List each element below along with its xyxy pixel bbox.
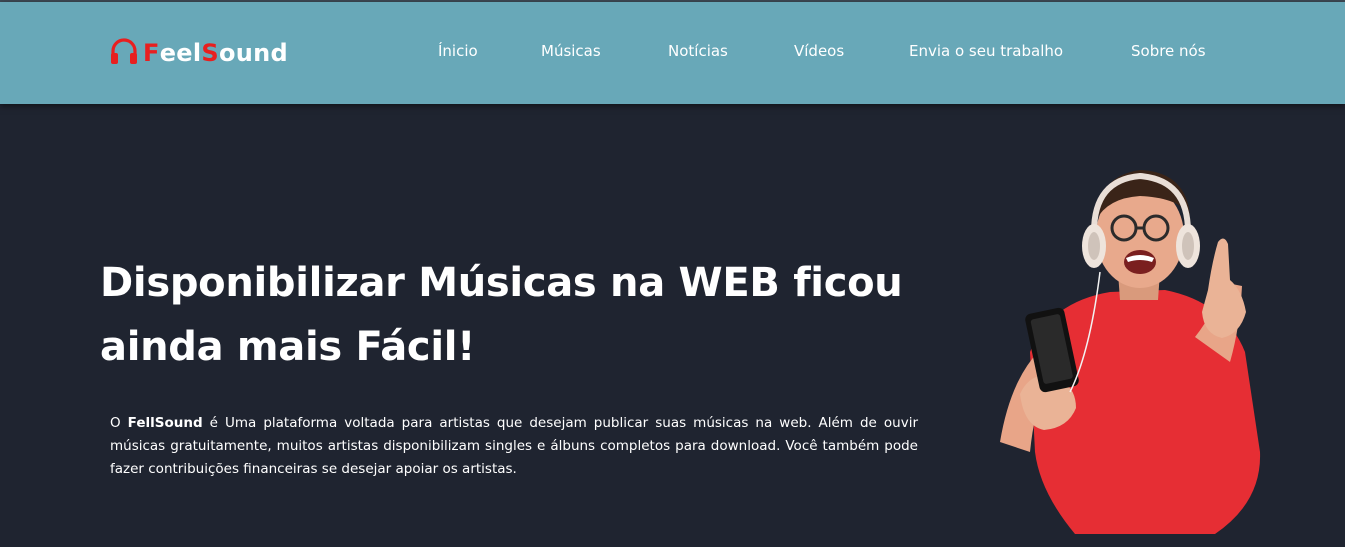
desc-brand: FellSound	[127, 415, 203, 431]
hero-title-line-2: ainda mais Fácil!	[100, 324, 476, 370]
nav-link-envia-trabalho[interactable]: Envia o seu trabalho	[909, 42, 1063, 60]
nav-link-noticias[interactable]: Notícias	[668, 42, 728, 60]
desc-prefix: O	[110, 415, 128, 431]
hero-description: O FellSound é Uma plataforma voltada par…	[110, 412, 918, 481]
hero-section: Disponibilizar Músicas na WEB ficou aind…	[0, 104, 1345, 547]
man-with-headphones-image	[1000, 170, 1261, 534]
hero-title-line-1: Disponibilizar Músicas na WEB ficou	[100, 260, 903, 306]
nav-link-inicio[interactable]: Ínicio	[438, 42, 478, 60]
desc-body: é Uma plataforma voltada para artistas q…	[110, 415, 918, 477]
site-header: F eel S ound Ínicio Músicas Notícias Víd…	[0, 2, 1345, 104]
nav-link-musicas[interactable]: Músicas	[541, 42, 601, 60]
hero-title: Disponibilizar Músicas na WEB ficou aind…	[100, 251, 940, 379]
nav-link-sobre-nos[interactable]: Sobre nós	[1131, 42, 1206, 60]
nav-link-videos[interactable]: Vídeos	[794, 42, 844, 60]
main-nav: Ínicio Músicas Notícias Vídeos Envia o s…	[0, 42, 1345, 66]
